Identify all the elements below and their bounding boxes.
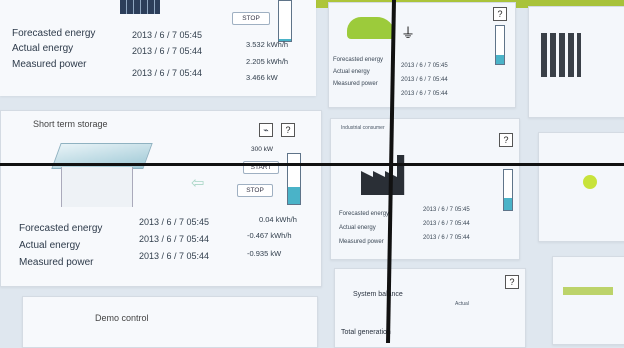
total-generation-label: Total generation — [341, 329, 391, 336]
storage-title: Short term storage — [33, 119, 108, 129]
screen-bezel-horizontal — [0, 163, 624, 166]
industrial-level-tank — [503, 169, 513, 211]
storage-tank-fill — [288, 186, 300, 204]
consumer-card — [538, 132, 624, 242]
ev-help-icon[interactable]: ? — [493, 7, 507, 21]
storage-forecasted-date: 2013 / 6 / 7 05:45 — [139, 217, 210, 227]
summary-card — [552, 256, 624, 345]
measured-power-value: 3.466 kW — [246, 73, 278, 82]
industrial-title: Industrial consumer — [341, 125, 385, 131]
system-balance-card: System balance ? Actual Total generation — [334, 268, 526, 348]
wind-turbine-icon — [541, 33, 581, 77]
ev-power-date: 2013 / 6 / 7 05:44 — [401, 91, 448, 97]
power-limit-label: 300 kW — [251, 146, 274, 153]
balance-help-icon[interactable]: ? — [505, 275, 519, 289]
storage-forecasted-value: 0.04 kWh/h — [259, 215, 297, 224]
storage-forecasted-label: Forecasted energy — [19, 223, 103, 234]
industrial-forecasted-date: 2013 / 6 / 7 05:45 — [423, 207, 470, 213]
actual-energy-label: Actual energy — [12, 43, 74, 54]
flow-arrow-icon: ⇦ — [191, 175, 205, 192]
stop-button[interactable]: STOP — [232, 12, 270, 25]
ev-power-label: Measured power — [333, 81, 378, 87]
solar-panel-card: STOP Forecasted energy 2013 / 6 / 7 05:4… — [0, 0, 316, 96]
system-balance-title: System balance — [353, 291, 403, 298]
forecasted-energy-value: 3.532 kWh/h — [246, 40, 289, 49]
actual-energy-value: 2.205 kWh/h — [246, 57, 289, 66]
solar-panel-icon — [120, 0, 160, 14]
ev-forecasted-date: 2013 / 6 / 7 05:45 — [401, 63, 448, 69]
stop-button-storage[interactable]: STOP — [237, 184, 273, 197]
measured-power-date: 2013 / 6 / 7 05:44 — [132, 68, 203, 78]
ev-tank-fill — [496, 54, 504, 64]
storage-device-base-icon — [61, 167, 133, 207]
demo-control-card: Demo control — [22, 296, 318, 348]
industrial-actual-date: 2013 / 6 / 7 05:44 — [423, 221, 470, 227]
storage-actual-date: 2013 / 6 / 7 05:44 — [139, 234, 210, 244]
ev-level-tank — [495, 25, 505, 65]
short-term-storage-card: Short term storage ⇦ ⌁ ? 300 kW START ST… — [0, 110, 322, 287]
ev-charger-card: ⏚ ? Forecasted energy 2013 / 6 / 7 05:45… — [328, 2, 516, 108]
industrial-forecasted-label: Forecasted energy — [339, 211, 390, 217]
status-light-icon — [583, 175, 597, 189]
help-icon[interactable]: ? — [281, 123, 295, 137]
summary-bar — [563, 287, 613, 295]
industrial-actual-label: Actual energy — [339, 225, 376, 231]
storage-power-value: -0.935 kW — [247, 249, 282, 258]
ev-actual-label: Actual energy — [333, 69, 370, 75]
chart-icon[interactable]: ⌁ — [259, 123, 273, 137]
balance-actual-header: Actual — [455, 301, 469, 307]
industrial-consumer-card: Industrial consumer ? Forecasted energy … — [330, 118, 520, 260]
generator-card — [528, 6, 624, 118]
storage-actual-label: Actual energy — [19, 240, 81, 251]
industrial-power-label: Measured power — [339, 239, 384, 245]
storage-level-tank — [287, 153, 301, 205]
storage-actual-value: -0.467 kWh/h — [247, 231, 292, 240]
industrial-tank-fill — [504, 198, 512, 210]
actual-energy-date: 2013 / 6 / 7 05:44 — [132, 46, 203, 56]
electric-car-icon — [347, 17, 395, 39]
factory-icon — [361, 155, 405, 195]
industrial-help-icon[interactable]: ? — [499, 133, 513, 147]
demo-control-title: Demo control — [95, 313, 149, 323]
forecasted-energy-label: Forecasted energy — [12, 28, 96, 39]
forecasted-energy-date: 2013 / 6 / 7 05:45 — [132, 30, 203, 40]
storage-power-date: 2013 / 6 / 7 05:44 — [139, 251, 210, 261]
ev-actual-date: 2013 / 6 / 7 05:44 — [401, 77, 448, 83]
measured-power-label: Measured power — [12, 59, 87, 70]
ev-forecasted-label: Forecasted energy — [333, 57, 384, 63]
plug-icon: ⏚ — [401, 25, 415, 41]
storage-power-label: Measured power — [19, 257, 94, 268]
energy-level-tank — [278, 0, 292, 42]
industrial-power-date: 2013 / 6 / 7 05:44 — [423, 235, 470, 241]
